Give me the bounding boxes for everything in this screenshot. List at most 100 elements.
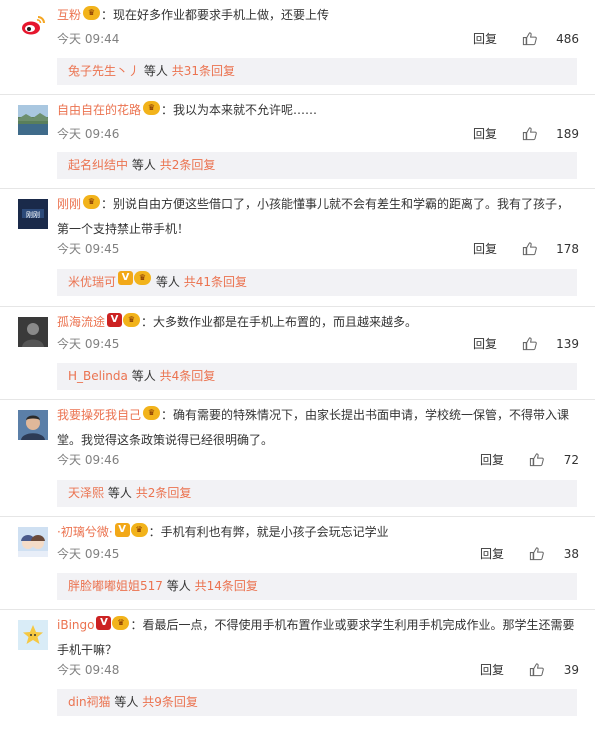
comment-feed: 互粉 ♛ ：现在好多作业都要求手机上做，还要上传 今天 09:44 回复 486 兔… <box>0 0 595 733</box>
vip-badge-icon[interactable]: ♛ <box>134 271 152 285</box>
vip-badge-icon[interactable]: ♛ <box>83 195 101 209</box>
like-count: 139 <box>556 337 579 351</box>
reply-button[interactable]: 回复 <box>480 452 504 468</box>
thumbs-up-icon[interactable] <box>522 126 537 141</box>
comment-text: 孤海流途 V ♛ ：大多数作业都是在手机上布置的，而且越来越多。 <box>57 311 579 336</box>
verified-v-icon[interactable]: V <box>114 523 130 537</box>
replies-summary: 胖脸嘟嘟姐姐517 等人 共14条回复 <box>57 573 577 600</box>
vip-badge-icon[interactable]: ♛ <box>143 406 161 420</box>
badges: ♛ <box>143 406 161 429</box>
vip-badge-icon[interactable]: ♛ <box>143 101 161 115</box>
reply-user-link[interactable]: 米优瑞可 <box>68 275 116 289</box>
reply-user-link[interactable]: 兔子先生丶丿 <box>68 64 140 78</box>
username-link[interactable]: 我要操死我自己 <box>57 408 141 422</box>
comment-text: 刚刚 ♛ ：别说自由方便这些借口了，小孩能懂事儿就不会有差生和学霸的距离了。我有了孩… <box>57 195 570 236</box>
username-link[interactable]: 互粉 <box>57 8 81 22</box>
view-replies-link[interactable]: 共4条回复 <box>160 369 216 383</box>
comment-body: 大多数作业都是在手机上布置的，而且越来越多。 <box>153 315 418 329</box>
comment-body-line2: 第一个支持禁止带手机！ <box>57 222 190 236</box>
thumbs-up-icon[interactable] <box>529 662 544 677</box>
view-replies-link[interactable]: 共9条回复 <box>142 695 198 709</box>
view-replies-link[interactable]: 共2条回复 <box>160 158 216 172</box>
vip-badge-icon[interactable]: ♛ <box>130 523 148 537</box>
verified-v-icon[interactable]: V <box>118 271 134 285</box>
like-count: 72 <box>563 453 579 467</box>
replies-etc: 等人 <box>107 486 132 500</box>
reply-button[interactable]: 回复 <box>473 241 497 257</box>
view-replies-link[interactable]: 共31条回复 <box>172 64 235 78</box>
replies-summary: 米优瑞可 V ♛ 等人 共41条回复 <box>57 269 577 296</box>
vip-badge-icon[interactable]: ♛ <box>123 313 141 327</box>
avatar[interactable] <box>18 10 48 40</box>
thumbs-up-icon[interactable] <box>522 336 537 351</box>
comment-meta: 今天 09:45 回复 38 <box>57 546 579 562</box>
reply-button[interactable]: 回复 <box>473 126 497 142</box>
avatar[interactable] <box>18 620 48 650</box>
anime-avatar-icon <box>18 527 48 557</box>
comment-meta: 今天 09:45 回复 139 <box>57 336 579 352</box>
vip-badge-icon[interactable]: ♛ <box>112 616 130 630</box>
thumbs-up-icon[interactable] <box>529 546 544 561</box>
portrait-avatar-icon <box>18 410 48 440</box>
comment-meta: 今天 09:44 回复 486 <box>57 31 579 47</box>
reply-user-link[interactable]: din祠猫 <box>68 695 111 709</box>
avatar[interactable] <box>18 410 48 440</box>
username-link[interactable]: 自由自在的花路 <box>57 103 141 117</box>
badges: ♛ <box>83 6 101 29</box>
divider <box>0 306 595 307</box>
thumbs-up-icon[interactable] <box>522 241 537 256</box>
comment-meta: 今天 09:46 回复 189 <box>57 126 579 142</box>
comment-meta: 今天 09:46 回复 72 <box>57 452 579 468</box>
username-link[interactable]: iBingo <box>57 618 94 632</box>
replies-summary: din祠猫 等人 共9条回复 <box>57 689 577 716</box>
reply-button[interactable]: 回复 <box>473 336 497 352</box>
reply-user-link[interactable]: 胖脸嘟嘟姐姐517 <box>68 579 163 593</box>
comment-body-line2: 手机干嘛？ <box>57 643 118 657</box>
avatar[interactable]: 刚刚 <box>18 199 48 229</box>
verified-v-icon[interactable]: V <box>96 616 112 630</box>
comment-text: 我要操死我自己 ♛ ：确有需要的特殊情况下，由家长提出书面申请，学校统一保管，不得带… <box>57 406 570 447</box>
like-count: 178 <box>556 242 579 256</box>
comment-meta: 今天 09:48 回复 39 <box>57 662 579 678</box>
comment-body: 确有需要的特殊情况下，由家长提出书面申请，学校统一保管，不得带入课 <box>173 408 570 422</box>
avatar[interactable] <box>18 317 48 347</box>
divider <box>0 188 595 189</box>
reply-button[interactable]: 回复 <box>473 31 497 47</box>
replies-etc: 等人 <box>114 695 139 709</box>
reply-user-link[interactable]: 起名纠结中 <box>68 158 128 172</box>
comment-body: 看最后一点，不得使用手机布置作业或要求学生利用手机完成作业。那学生还需要 <box>142 618 575 632</box>
badges: ♛ <box>83 195 101 218</box>
view-replies-link[interactable]: 共14条回复 <box>195 579 258 593</box>
gangang-logo-icon: 刚刚 <box>18 199 48 229</box>
landscape-avatar-icon <box>18 105 48 135</box>
thumbs-up-icon[interactable] <box>529 452 544 467</box>
comment-text: ·初璃兮微· V ♛ ：手机有利也有弊，就是小孩子会玩忘记学业 <box>57 521 579 546</box>
badges: V ♛ <box>114 523 149 546</box>
replies-summary: H_Belinda 等人 共4条回复 <box>57 363 577 390</box>
like-count: 189 <box>556 127 579 141</box>
divider <box>0 399 595 400</box>
replies-summary: 兔子先生丶丿 等人 共31条回复 <box>57 58 577 85</box>
avatar[interactable] <box>18 105 48 135</box>
reply-user-link[interactable]: 天泽熙 <box>68 486 104 500</box>
view-replies-link[interactable]: 共41条回复 <box>184 275 247 289</box>
comment-body: 别说自由方便这些借口了，小孩能懂事儿就不会有差生和学霸的距离了。我有了孩子， <box>113 197 570 211</box>
svg-text:刚刚: 刚刚 <box>26 210 40 219</box>
username-link[interactable]: ·初璃兮微· <box>57 525 113 539</box>
star-avatar-icon <box>18 620 48 650</box>
view-replies-link[interactable]: 共2条回复 <box>136 486 192 500</box>
username-link[interactable]: 孤海流途 <box>57 315 105 329</box>
badges: V ♛ <box>107 313 141 336</box>
badges: V ♛ <box>96 616 130 639</box>
thumbs-up-icon[interactable] <box>522 31 537 46</box>
reply-button[interactable]: 回复 <box>480 546 504 562</box>
username-link[interactable]: 刚刚 <box>57 197 81 211</box>
timestamp: 今天 09:46 <box>57 127 120 141</box>
avatar[interactable] <box>18 527 48 557</box>
vip-badge-icon[interactable]: ♛ <box>83 6 101 20</box>
like-count: 486 <box>556 32 579 46</box>
verified-v-icon[interactable]: V <box>107 313 123 327</box>
timestamp: 今天 09:45 <box>57 547 120 561</box>
reply-button[interactable]: 回复 <box>480 662 504 678</box>
reply-user-link[interactable]: H_Belinda <box>68 369 128 383</box>
